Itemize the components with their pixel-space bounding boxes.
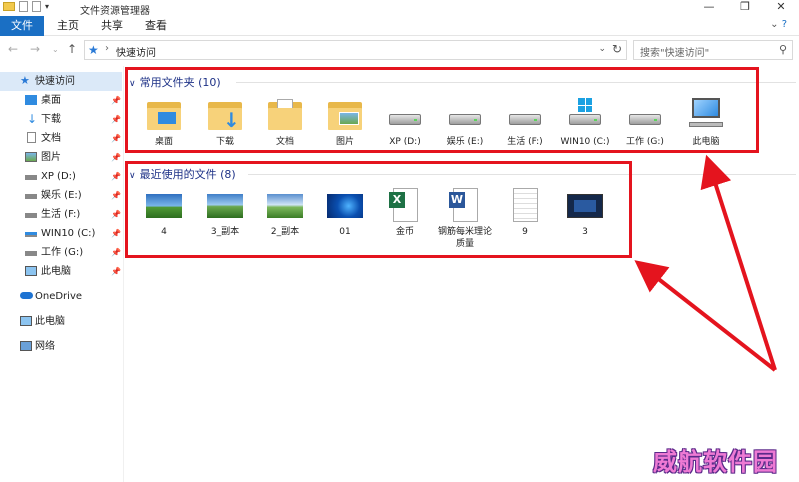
annotation-arrows [634, 154, 777, 372]
annotation-arrow-recent [634, 260, 777, 372]
annotation-arrow-frequent [700, 154, 777, 371]
watermark-logo: 威航软件园 [653, 448, 778, 476]
